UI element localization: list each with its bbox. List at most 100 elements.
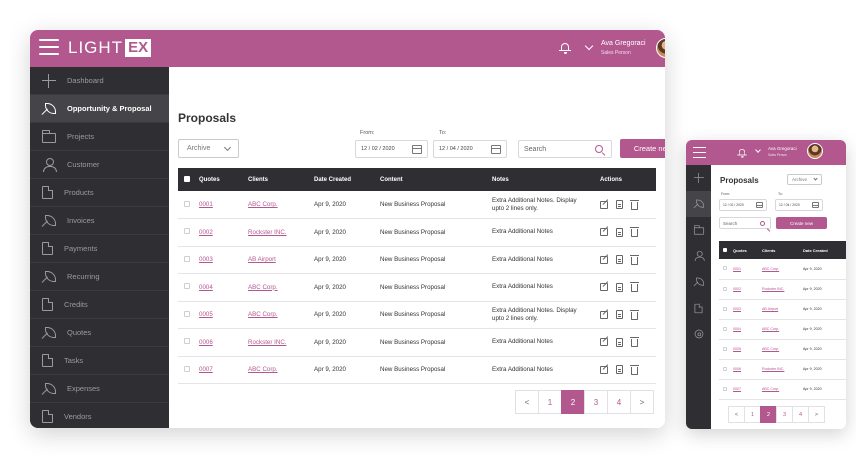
row-checkbox[interactable] (723, 306, 727, 311)
quote-link[interactable]: 0007 (733, 387, 741, 391)
row-checkbox[interactable] (184, 310, 190, 317)
quote-link[interactable]: 0003 (733, 307, 741, 311)
app-logo[interactable]: LIGHT EX (68, 38, 152, 58)
table-row[interactable]: 0003 AB Airport Apr 9, 2020 (719, 299, 846, 320)
quote-link[interactable]: 0001 (733, 267, 741, 271)
quote-link[interactable]: 0006 (733, 367, 741, 371)
file-icon[interactable] (616, 310, 623, 320)
sidebar-item[interactable]: Opportunity & Proposal (30, 95, 169, 123)
page-button[interactable]: 3 (584, 390, 608, 414)
header-clients[interactable]: Clients (248, 168, 314, 191)
quote-link[interactable]: 0003 (199, 256, 213, 263)
search-icon[interactable] (595, 145, 603, 153)
table-row[interactable]: 0002 Rockster INC. Apr 9, 2020 (719, 279, 846, 300)
calendar-icon[interactable] (812, 202, 819, 208)
search-input[interactable]: Search (719, 217, 771, 229)
client-link[interactable]: ABC Corp. (762, 387, 779, 391)
page-button[interactable]: 4 (792, 406, 809, 423)
trash-icon[interactable] (630, 227, 639, 238)
sidebar-item[interactable]: Vendors (30, 403, 169, 428)
row-checkbox[interactable] (723, 366, 727, 371)
table-row[interactable]: 0001 ABC Corp. Apr 9, 2020 (719, 259, 846, 280)
page-button[interactable]: 3 (776, 406, 793, 423)
calendar-icon[interactable] (412, 145, 422, 154)
client-link[interactable]: AB Airport (248, 256, 276, 263)
sidebar-item[interactable] (686, 243, 711, 269)
bell-icon[interactable] (737, 148, 747, 158)
from-date-input[interactable]: 12 / 02 / 2020 (355, 140, 428, 158)
file-icon[interactable] (616, 200, 623, 209)
archive-filter-select[interactable]: Archive (178, 139, 239, 158)
page-button[interactable]: 2 (760, 406, 777, 423)
client-link[interactable]: AB Airport (762, 307, 778, 311)
row-checkbox[interactable] (723, 386, 727, 391)
next-page-button[interactable]: > (630, 390, 654, 414)
quote-link[interactable]: 0002 (199, 229, 213, 236)
row-checkbox[interactable] (184, 365, 190, 372)
from-date-input[interactable]: 12 / 02 / 2020 (719, 199, 767, 211)
client-link[interactable]: Rockster INC. (248, 339, 287, 346)
client-link[interactable]: Rockster INC. (248, 229, 287, 236)
to-date-input[interactable]: 12 / 04 / 2020 (775, 199, 823, 211)
edit-icon[interactable] (600, 365, 608, 374)
sidebar-item[interactable] (686, 269, 711, 295)
sidebar-item[interactable]: Products (30, 179, 169, 207)
sidebar-item[interactable]: Expenses (30, 375, 169, 403)
search-input[interactable]: Search (518, 140, 612, 158)
table-row[interactable]: 0005 ABC Corp. Apr 9, 2020 New Business Pro… (178, 301, 656, 329)
quote-link[interactable]: 0006 (199, 339, 213, 346)
trash-icon[interactable] (630, 309, 639, 320)
sidebar-item[interactable]: Dashboard (30, 67, 169, 95)
client-link[interactable]: Rockster INC. (762, 367, 784, 371)
client-link[interactable]: Rockster INC. (762, 287, 784, 291)
edit-icon[interactable] (600, 310, 608, 319)
row-checkbox[interactable] (184, 200, 190, 207)
trash-icon[interactable] (630, 282, 639, 293)
quote-link[interactable]: 0001 (199, 201, 213, 208)
chevron-down-icon[interactable] (755, 147, 761, 153)
user-name[interactable]: Ava Gregoraci (601, 40, 646, 47)
header-quotes[interactable]: Quotes (733, 241, 762, 259)
edit-icon[interactable] (600, 228, 608, 237)
sidebar-item[interactable]: Invoices (30, 207, 169, 235)
table-row[interactable]: 0007 ABC Corp. Apr 9, 2020 New Business Pro… (178, 356, 656, 384)
avatar[interactable] (656, 38, 665, 58)
table-row[interactable]: 0003 AB Airport Apr 9, 2020 New Business Pr… (178, 246, 656, 274)
quote-link[interactable]: 0005 (199, 311, 213, 318)
table-row[interactable]: 0004 ABC Corp. Apr 9, 2020 New Business Pro… (178, 273, 656, 302)
header-notes[interactable]: Notes (492, 168, 600, 191)
table-row[interactable]: 0006 Rockster INC. Apr 9, 2020 (719, 359, 846, 380)
sidebar-item[interactable]: Projects (30, 123, 169, 151)
trash-icon[interactable] (630, 337, 639, 348)
trash-icon[interactable] (630, 364, 639, 375)
file-icon[interactable] (616, 227, 623, 237)
prev-page-button[interactable]: < (515, 390, 539, 414)
quote-link[interactable]: 0005 (733, 347, 741, 351)
client-link[interactable]: ABC Corp. (248, 366, 278, 373)
sidebar-item[interactable] (686, 191, 711, 217)
table-row[interactable]: 0002 Rockster INC. Apr 9, 2020 New Business… (178, 218, 656, 247)
file-icon[interactable] (616, 365, 623, 375)
page-button[interactable]: 2 (561, 390, 585, 414)
edit-icon[interactable] (600, 255, 608, 264)
sidebar-item[interactable]: Credits (30, 291, 169, 319)
avatar[interactable] (807, 143, 823, 159)
header-clients[interactable]: Clients (762, 241, 803, 259)
row-checkbox[interactable] (184, 228, 190, 235)
prev-page-button[interactable]: < (728, 406, 745, 423)
calendar-icon[interactable] (756, 202, 763, 208)
header-date-created[interactable]: Date Created (314, 168, 380, 191)
user-name[interactable]: Ava Gregoraci (768, 146, 797, 151)
search-icon[interactable] (760, 221, 765, 226)
row-checkbox[interactable] (184, 283, 190, 290)
page-button[interactable]: 4 (607, 390, 631, 414)
edit-icon[interactable] (600, 200, 608, 209)
quote-link[interactable]: 0004 (733, 327, 741, 331)
sidebar-item[interactable]: Tasks (30, 347, 169, 375)
sidebar-item[interactable]: Quotes (30, 319, 169, 347)
client-link[interactable]: ABC Corp. (248, 284, 278, 291)
client-link[interactable]: ABC Corp. (248, 311, 278, 318)
page-button[interactable]: 1 (538, 390, 562, 414)
sidebar-item[interactable] (686, 295, 711, 321)
header-content[interactable]: Content (380, 168, 492, 191)
